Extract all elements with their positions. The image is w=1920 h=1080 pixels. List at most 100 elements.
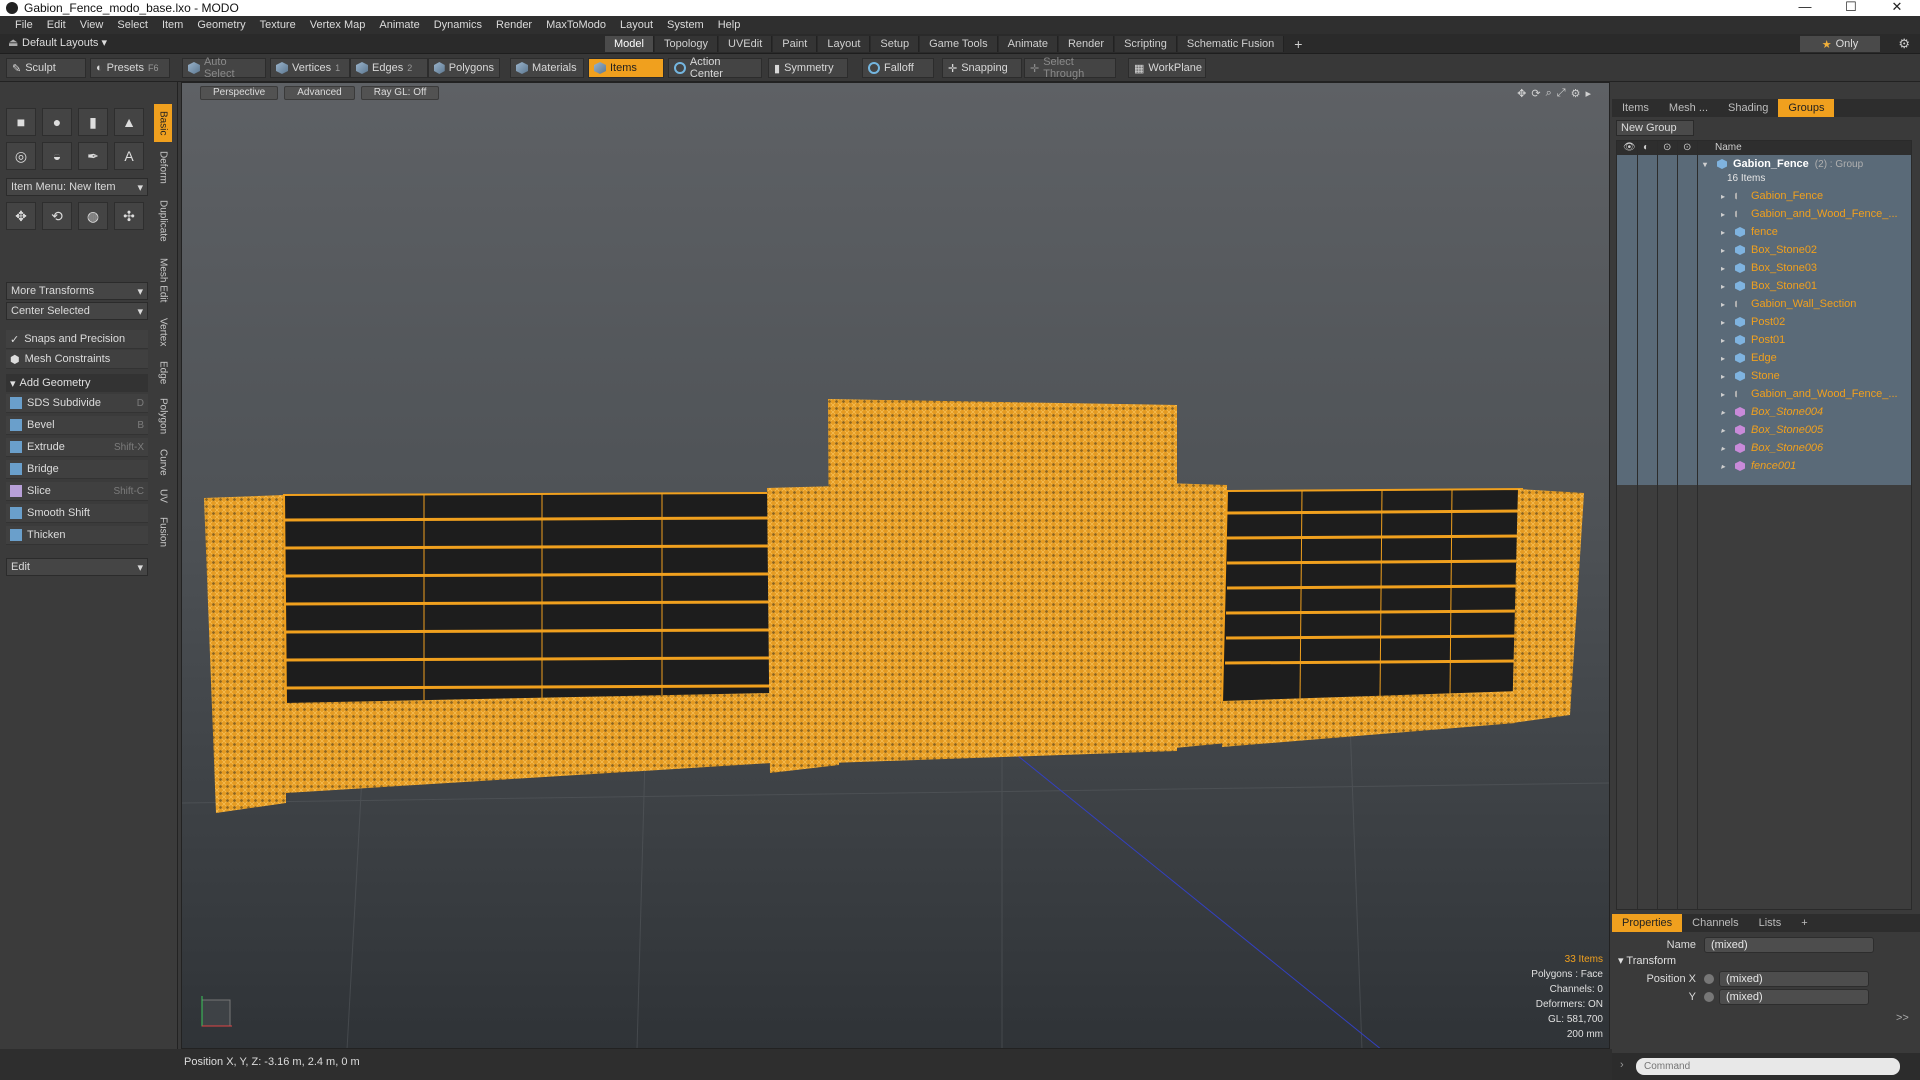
expand-icon[interactable]: ▸ bbox=[1721, 444, 1729, 453]
minimize-button[interactable]: — bbox=[1782, 0, 1828, 16]
groups-list[interactable]: 👁 ◐ ⊙ ⊙ Name ▾ Gabion_Fence (2) : Group … bbox=[1616, 140, 1912, 910]
select-through-button[interactable]: ✛ Select Through bbox=[1024, 56, 1116, 80]
scene-canvas[interactable] bbox=[182, 83, 1610, 1049]
expand-icon[interactable]: ▸ bbox=[1721, 408, 1729, 417]
sculpt-button[interactable]: ✎ Sculpt bbox=[6, 58, 86, 78]
group-item-row[interactable]: ▸ Post01 bbox=[1721, 331, 1785, 349]
falloff-button[interactable]: Falloff bbox=[862, 58, 934, 78]
menu-vertex-map[interactable]: Vertex Map bbox=[303, 19, 373, 31]
group-item-row[interactable]: ▸ fence001 bbox=[1721, 457, 1796, 475]
new-group-button[interactable]: New Group bbox=[1616, 120, 1694, 136]
close-button[interactable]: ✕ bbox=[1874, 0, 1920, 16]
perspective-button[interactable]: Perspective bbox=[200, 86, 279, 100]
tab-topology[interactable]: Topology bbox=[654, 36, 719, 52]
tab-items[interactable]: Items bbox=[1612, 99, 1659, 117]
menu-dynamics[interactable]: Dynamics bbox=[427, 19, 489, 31]
vertices-button[interactable]: Vertices 1 bbox=[270, 58, 350, 78]
vtab-deform[interactable]: Deform bbox=[154, 144, 172, 190]
vtab-mesh-edit[interactable]: Mesh Edit bbox=[154, 252, 172, 308]
vtab-polygon[interactable]: Polygon bbox=[154, 392, 172, 440]
advanced-button[interactable]: Advanced bbox=[284, 86, 355, 100]
default-layouts-dropdown[interactable]: ⏏ Default Layouts ▾ bbox=[8, 36, 107, 49]
menu-system[interactable]: System bbox=[660, 19, 711, 31]
tab-render[interactable]: Render bbox=[1058, 36, 1115, 52]
expand-icon[interactable]: ▾ bbox=[1703, 160, 1711, 169]
add-properties-tab[interactable]: + bbox=[1791, 914, 1817, 932]
menu-geometry[interactable]: Geometry bbox=[190, 19, 252, 31]
move-icon[interactable]: ✥ bbox=[6, 202, 36, 230]
smooth-shift-button[interactable]: Smooth Shift bbox=[6, 504, 148, 523]
pen-icon[interactable]: ✒ bbox=[78, 142, 108, 170]
auto-select-button[interactable]: Auto Select bbox=[182, 56, 266, 80]
raygl-button[interactable]: Ray GL: Off bbox=[360, 86, 440, 100]
expand-icon[interactable]: ▸ bbox=[1721, 192, 1729, 201]
gear-icon[interactable]: ⚙ bbox=[1898, 36, 1910, 52]
add-geometry-section[interactable]: ▾ Add Geometry bbox=[6, 374, 148, 392]
command-input[interactable] bbox=[1636, 1058, 1900, 1075]
expand-icon[interactable]: ▸ bbox=[1721, 264, 1729, 273]
vtab-basic[interactable]: Basic bbox=[154, 104, 172, 142]
expand-icon[interactable]: ▸ bbox=[1721, 282, 1729, 291]
pan-icon[interactable]: ✥ bbox=[1517, 87, 1526, 100]
position-y-field[interactable]: (mixed) bbox=[1719, 989, 1869, 1005]
expand-icon[interactable]: ▸ bbox=[1721, 210, 1729, 219]
orbit-icon[interactable]: ⟳ bbox=[1531, 87, 1540, 100]
menu-select[interactable]: Select bbox=[110, 19, 155, 31]
sphere-icon[interactable]: ● bbox=[42, 108, 72, 136]
expand-icon[interactable]: ▸ bbox=[1721, 336, 1729, 345]
vtab-vertex[interactable]: Vertex bbox=[154, 310, 172, 354]
snapping-button[interactable]: ✛ Snapping bbox=[942, 58, 1022, 78]
group-item-row[interactable]: ▸ Box_Stone006 bbox=[1721, 439, 1823, 457]
group-item-row[interactable]: ▸ Gabion_and_Wood_Fence_... bbox=[1721, 385, 1898, 403]
group-item-row[interactable]: ▸ Stone bbox=[1721, 367, 1780, 385]
group-item-row[interactable]: ▸ Edge bbox=[1721, 349, 1777, 367]
group-item-row[interactable]: ▸ Gabion_Fence bbox=[1721, 187, 1823, 205]
viewport-expand-icon[interactable]: ▸ bbox=[1585, 87, 1591, 100]
group-item-row[interactable]: ▸ Box_Stone01 bbox=[1721, 277, 1817, 295]
name-property-field[interactable]: (mixed) bbox=[1704, 937, 1874, 953]
vtab-fusion[interactable]: Fusion bbox=[154, 510, 172, 554]
tab-game-tools[interactable]: Game Tools bbox=[920, 36, 998, 52]
tab-properties[interactable]: Properties bbox=[1612, 914, 1683, 932]
menu-animate[interactable]: Animate bbox=[372, 19, 426, 31]
3d-viewport[interactable]: Perspective Advanced Ray GL: Off ✥ ⟳ ⌕ ⤢… bbox=[181, 82, 1610, 1049]
torus-icon[interactable]: ◎ bbox=[6, 142, 36, 170]
tab-groups[interactable]: Groups bbox=[1778, 99, 1835, 117]
expand-icon[interactable]: ▸ bbox=[1721, 372, 1729, 381]
expand-icon[interactable]: ▸ bbox=[1721, 462, 1729, 471]
tab-shading[interactable]: Shading bbox=[1718, 99, 1778, 117]
vtab-uv[interactable]: UV bbox=[154, 484, 172, 508]
tab-animate[interactable]: Animate bbox=[998, 36, 1058, 52]
tab-lists[interactable]: Lists bbox=[1749, 914, 1792, 932]
expand-icon[interactable]: ▸ bbox=[1721, 390, 1729, 399]
scale-icon[interactable]: ◍ bbox=[78, 202, 108, 230]
tab-channels[interactable]: Channels bbox=[1682, 914, 1748, 932]
bevel-button[interactable]: Bevel B bbox=[6, 416, 148, 435]
rotate-icon[interactable]: ⟲ bbox=[42, 202, 72, 230]
workplane-button[interactable]: ▦ WorkPlane bbox=[1128, 58, 1206, 78]
add-tab-button[interactable]: + bbox=[1285, 36, 1311, 52]
transform-icon[interactable]: ✣ bbox=[114, 202, 144, 230]
position-x-field[interactable]: (mixed) bbox=[1719, 971, 1869, 987]
maximize-button[interactable]: ☐ bbox=[1828, 0, 1874, 16]
group-item-row[interactable]: ▸ Gabion_Wall_Section bbox=[1721, 295, 1856, 313]
menu-texture[interactable]: Texture bbox=[253, 19, 303, 31]
snaps-precision-button[interactable]: ✓ Snaps and Precision bbox=[6, 330, 148, 349]
position-x-keyframe-icon[interactable] bbox=[1704, 974, 1714, 984]
group-item-row[interactable]: ▸ Gabion_and_Wood_Fence_... bbox=[1721, 205, 1898, 223]
only-toggle[interactable]: ★ Only bbox=[1800, 36, 1880, 52]
bridge-button[interactable]: Bridge bbox=[6, 460, 148, 479]
extrude-button[interactable]: Extrude Shift-X bbox=[6, 438, 148, 457]
capsule-icon[interactable]: ◒ bbox=[42, 142, 72, 170]
mesh-constraints-button[interactable]: ⬢ Mesh Constraints bbox=[6, 350, 148, 369]
menu-render[interactable]: Render bbox=[489, 19, 539, 31]
viewport-gear-icon[interactable]: ⚙ bbox=[1571, 87, 1581, 100]
group-item-row[interactable]: ▸ Post02 bbox=[1721, 313, 1785, 331]
menu-file[interactable]: File bbox=[8, 19, 40, 31]
thicken-button[interactable]: Thicken bbox=[6, 526, 148, 545]
zoom-icon[interactable]: ⌕ bbox=[1546, 87, 1552, 100]
slice-button[interactable]: Slice Shift-C bbox=[6, 482, 148, 501]
presets-button[interactable]: ◐ Presets F6 bbox=[90, 58, 170, 78]
symmetry-button[interactable]: ▮ Symmetry bbox=[768, 58, 848, 78]
expand-icon[interactable]: ▸ bbox=[1721, 318, 1729, 327]
